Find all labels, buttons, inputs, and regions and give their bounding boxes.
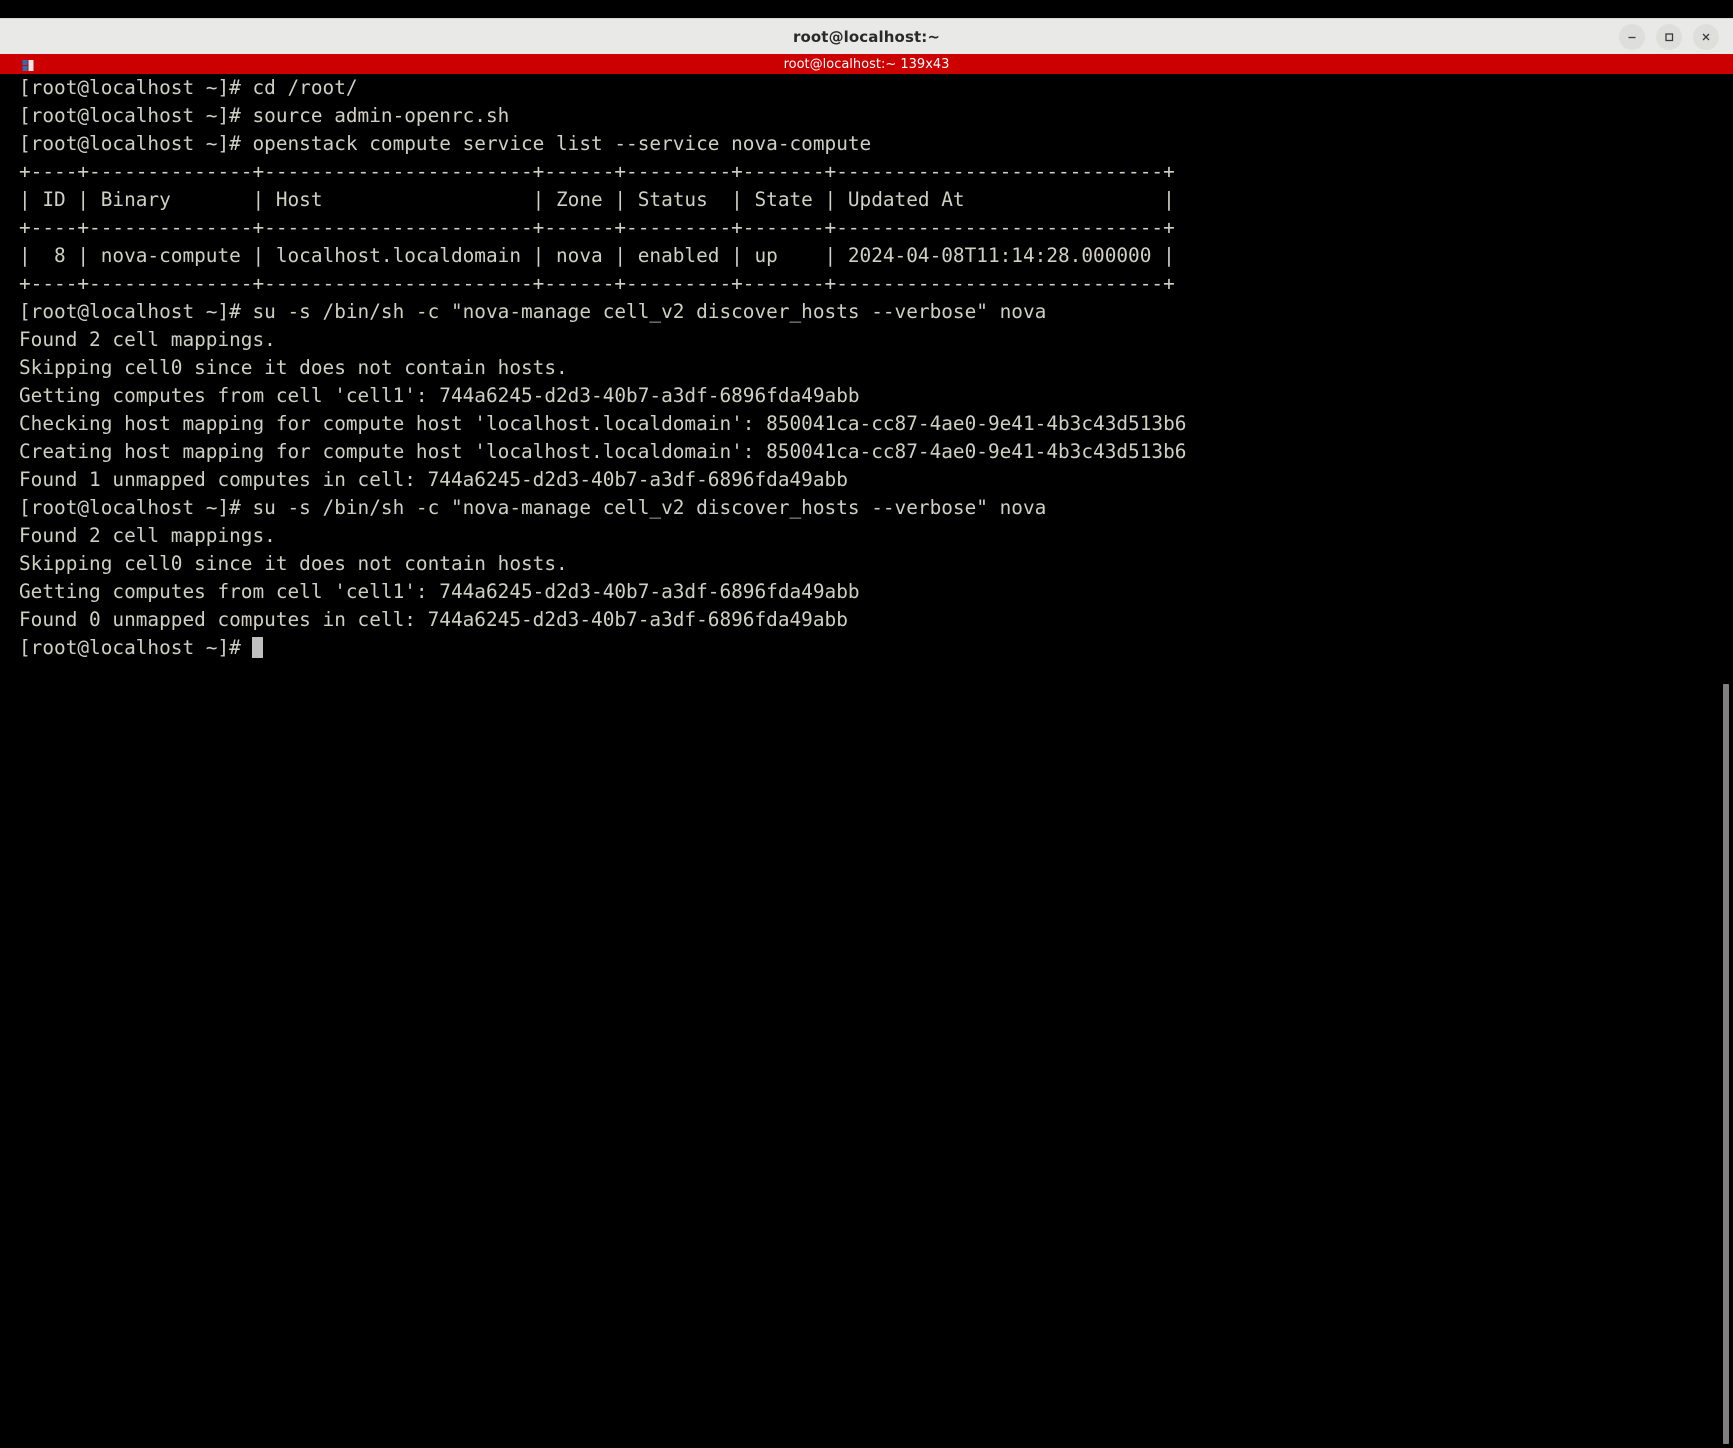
terminal-line: [root@localhost ~]# openstack compute se… xyxy=(19,132,872,155)
terminal-tab-icon xyxy=(22,58,35,71)
terminal-line: Found 2 cell mappings. xyxy=(19,524,276,547)
scrollbar-thumb[interactable] xyxy=(1723,684,1729,1444)
terminal-line: [root@localhost ~]# cd /root/ xyxy=(19,76,358,99)
terminal-tabbar[interactable]: root@localhost:~ 139x43 xyxy=(0,54,1733,74)
terminal-cursor xyxy=(252,637,264,658)
terminal-line: Checking host mapping for compute host '… xyxy=(19,412,1187,435)
maximize-icon xyxy=(1665,32,1674,41)
terminal-output[interactable]: [root@localhost ~]# cd /root/ [root@local… xyxy=(0,74,1733,1448)
terminal-line: | ID | Binary | Host | Zone | Status | S… xyxy=(19,188,1175,211)
terminal-line: Creating host mapping for compute host '… xyxy=(19,440,1187,463)
minimize-button[interactable] xyxy=(1619,23,1645,50)
terminal-line: Found 0 unmapped computes in cell: 744a6… xyxy=(19,608,848,631)
terminal-lines: [root@localhost ~]# cd /root/ [root@local… xyxy=(19,74,1733,634)
close-icon xyxy=(1702,33,1710,40)
terminal-line: [root@localhost ~]# su -s /bin/sh -c "no… xyxy=(19,300,1047,323)
terminal-line: +----+--------------+-------------------… xyxy=(19,272,1175,295)
terminal-scrollbar[interactable] xyxy=(1719,74,1733,1448)
terminal-line: Skipping cell0 since it does not contain… xyxy=(19,552,568,575)
terminal-line: Found 1 unmapped computes in cell: 744a6… xyxy=(19,468,848,491)
maximize-button[interactable] xyxy=(1656,23,1682,50)
prompt-text: [root@localhost ~]# xyxy=(19,636,253,659)
terminal-line: [root@localhost ~]# source admin-openrc.… xyxy=(19,104,510,127)
window-controls xyxy=(1619,23,1719,50)
terminal-line: [root@localhost ~]# su -s /bin/sh -c "no… xyxy=(19,496,1047,519)
terminal-line: +----+--------------+-------------------… xyxy=(19,216,1175,239)
terminal-line: Getting computes from cell 'cell1': 744a… xyxy=(19,580,860,603)
terminal-line: | 8 | nova-compute | localhost.localdoma… xyxy=(19,244,1175,267)
window-title: root@localhost:~ xyxy=(792,27,941,46)
window-titlebar: root@localhost:~ xyxy=(0,18,1733,54)
terminal-window: root@localhost:~ root@localhost:~ 139x43… xyxy=(0,0,1733,1448)
terminal-line: Found 2 cell mappings. xyxy=(19,328,276,351)
close-button[interactable] xyxy=(1693,23,1719,50)
terminal-prompt-line: [root@localhost ~]# xyxy=(19,634,1733,662)
terminal-line: +----+--------------+-------------------… xyxy=(19,160,1175,183)
terminal-line: Getting computes from cell 'cell1': 744a… xyxy=(19,384,860,407)
terminal-line: Skipping cell0 since it does not contain… xyxy=(19,356,568,379)
terminal-tab-label: root@localhost:~ 139x43 xyxy=(783,56,950,72)
minimize-icon xyxy=(1628,36,1636,38)
